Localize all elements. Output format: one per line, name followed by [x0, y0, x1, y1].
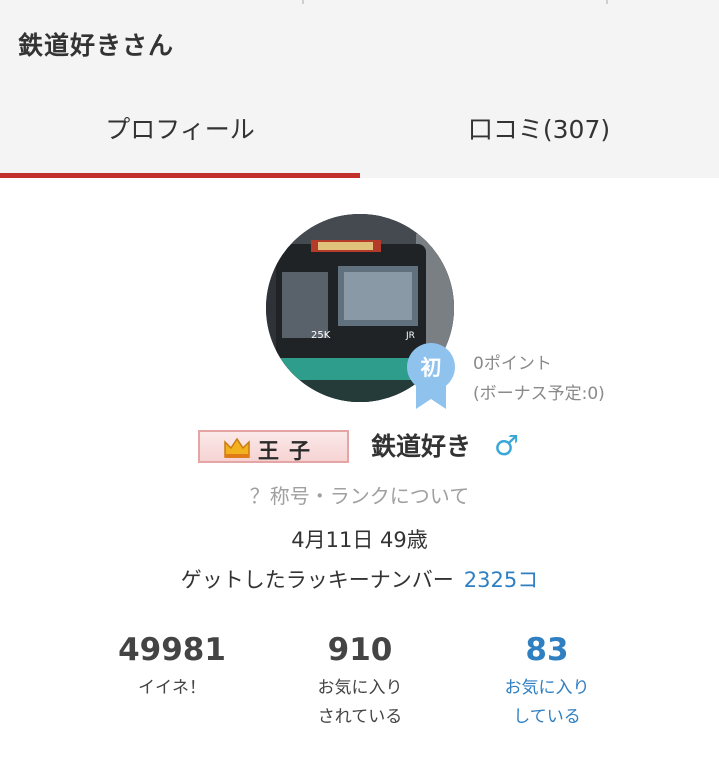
svg-text:JR: JR [405, 331, 415, 341]
rank-title: 王子 [258, 439, 320, 463]
favorites-label[interactable]: お気に入り している [447, 674, 647, 732]
likes-count: 49981 [118, 632, 226, 668]
crown-icon [224, 437, 250, 458]
birthday-age: 4月11日 49歳 [291, 528, 428, 552]
favorited-by-label: お気に入り されている [260, 674, 460, 732]
favorited-by-label-line2: されている [317, 707, 403, 727]
lucky-number-label: ゲットしたラッキーナンバー [180, 568, 454, 592]
rank-info-link[interactable]: ？称号・ランクについて [0, 480, 719, 509]
header-bar: 鉄道好きさん プロフィール 口コミ(307) [0, 0, 719, 178]
top-dividers [0, 0, 719, 4]
favorites-label-line2: している [513, 707, 581, 727]
likes-label: イイネ！ [138, 678, 206, 698]
points-value: 0ポイント [473, 354, 552, 374]
badge-label: 初 [420, 356, 442, 380]
bonus-value: (ボーナス予定:0) [473, 384, 605, 404]
page-title: 鉄道好きさん [18, 31, 175, 60]
rank-title-badge[interactable]: 王子 [198, 430, 349, 463]
active-tab-indicator [0, 173, 360, 178]
favorited-by-label-line1: お気に入り [317, 678, 403, 698]
male-icon: ♂ [494, 429, 520, 462]
tab-profile[interactable]: プロフィール [0, 92, 360, 178]
favorites-stat[interactable]: 83 お気に入り している [447, 632, 647, 732]
tab-reviews[interactable]: 口コミ(307) [359, 92, 719, 178]
favorited-by-count: 910 [327, 632, 393, 668]
favorites-count[interactable]: 83 [447, 632, 647, 668]
favorited-by-stat: 910 お気に入り されている [260, 632, 460, 732]
favorites-label-line1: お気に入り [504, 678, 590, 698]
username: 鉄道好き [371, 432, 472, 461]
lucky-number-row: ゲットしたラッキーナンバー 2325コ [0, 564, 719, 594]
beginner-badge: 初 [404, 343, 458, 409]
lucky-number-count[interactable]: 2325コ [464, 568, 538, 592]
likes-stat: 49981 イイネ！ [72, 632, 272, 703]
svg-text:25K: 25K [311, 330, 331, 341]
